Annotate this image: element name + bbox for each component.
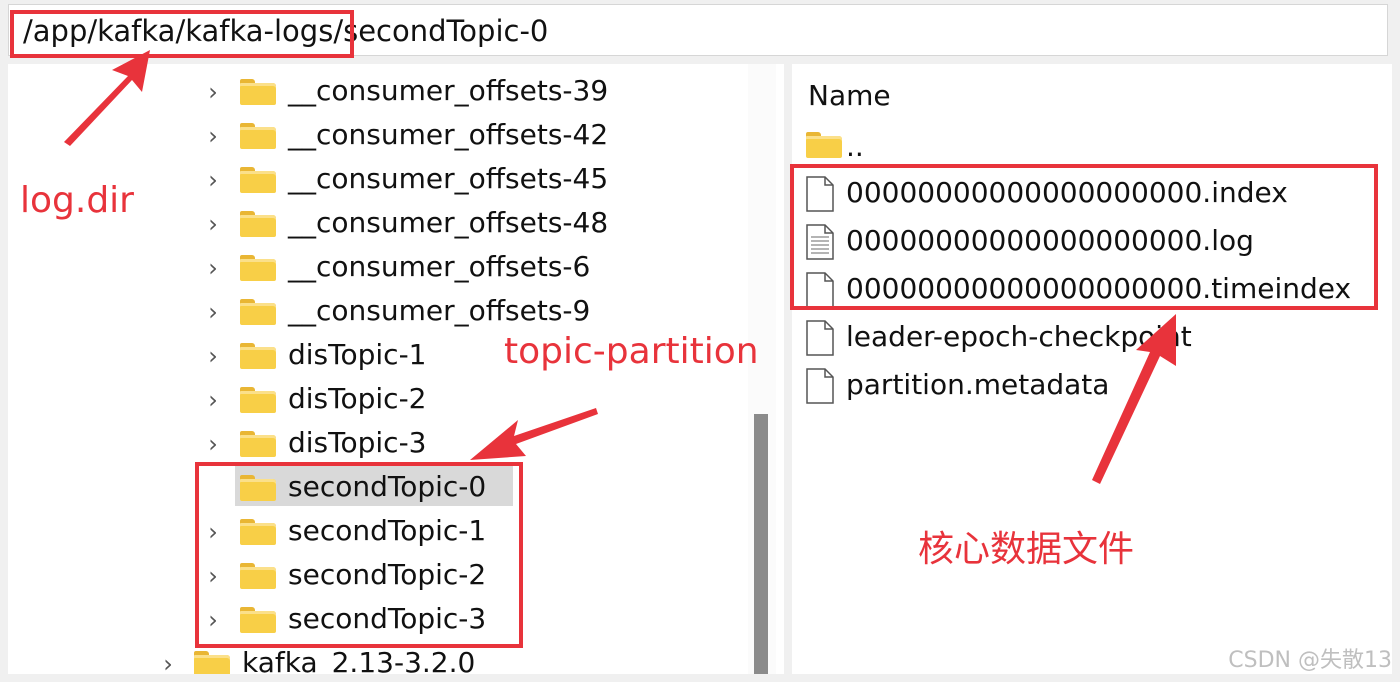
folder-icon: [240, 123, 276, 149]
file-name: partition.metadata: [846, 368, 1110, 401]
folder-icon: [240, 387, 276, 413]
chevron-right-icon[interactable]: ›: [203, 212, 223, 236]
tree-item-label: __consumer_offsets-45: [288, 162, 609, 195]
tree-item-label: __consumer_offsets-6: [288, 250, 591, 283]
annotation-core-files: 核心数据文件: [918, 529, 1135, 570]
chevron-right-icon[interactable]: ›: [203, 168, 223, 192]
highlight-box-log-dir: [10, 10, 354, 58]
highlight-box-topic-partition: [195, 462, 523, 648]
folder-icon: [240, 431, 276, 457]
chevron-right-icon[interactable]: ›: [203, 344, 223, 368]
tree-item-label: kafka_2.13-3.2.0: [242, 646, 476, 674]
folder-icon: [240, 79, 276, 105]
tree-item-label: __consumer_offsets-48: [288, 206, 609, 239]
folder-icon: [806, 132, 842, 158]
file-list-pane[interactable]: Name .. 00000000000000000000.index 00000…: [792, 64, 1392, 674]
scrollbar-thumb[interactable]: [754, 414, 768, 674]
highlight-box-core-files: [790, 164, 1378, 310]
blank-file-icon: [806, 320, 834, 356]
column-header-name[interactable]: Name: [808, 78, 891, 114]
watermark: CSDN @失散13: [1228, 648, 1392, 673]
folder-icon: [240, 167, 276, 193]
annotation-topic-partition: topic-partition: [504, 331, 759, 372]
annotation-log-dir: log.dir: [20, 180, 134, 221]
chevron-right-icon[interactable]: ›: [203, 388, 223, 412]
folder-icon: [240, 343, 276, 369]
chevron-right-icon[interactable]: ›: [203, 256, 223, 280]
chevron-right-icon[interactable]: ›: [203, 300, 223, 324]
chevron-right-icon[interactable]: ›: [203, 80, 223, 104]
chevron-right-icon[interactable]: ›: [158, 652, 178, 674]
parent-dir-label: ..: [846, 130, 864, 163]
folder-icon: [240, 255, 276, 281]
tree-item-label: disTopic-3: [288, 426, 427, 459]
folder-icon: [194, 651, 230, 674]
folder-icon: [240, 211, 276, 237]
folder-icon: [240, 299, 276, 325]
chevron-right-icon[interactable]: ›: [203, 124, 223, 148]
tree-item-label: __consumer_offsets-9: [288, 294, 591, 327]
blank-file-icon: [806, 368, 834, 404]
tree-item-label: __consumer_offsets-39: [288, 74, 609, 107]
chevron-right-icon[interactable]: ›: [203, 432, 223, 456]
tree-item-label: __consumer_offsets-42: [288, 118, 609, 151]
tree-item-label: disTopic-1: [288, 338, 427, 371]
file-name: leader-epoch-checkpoint: [846, 320, 1192, 353]
tree-item-label: disTopic-2: [288, 382, 427, 415]
